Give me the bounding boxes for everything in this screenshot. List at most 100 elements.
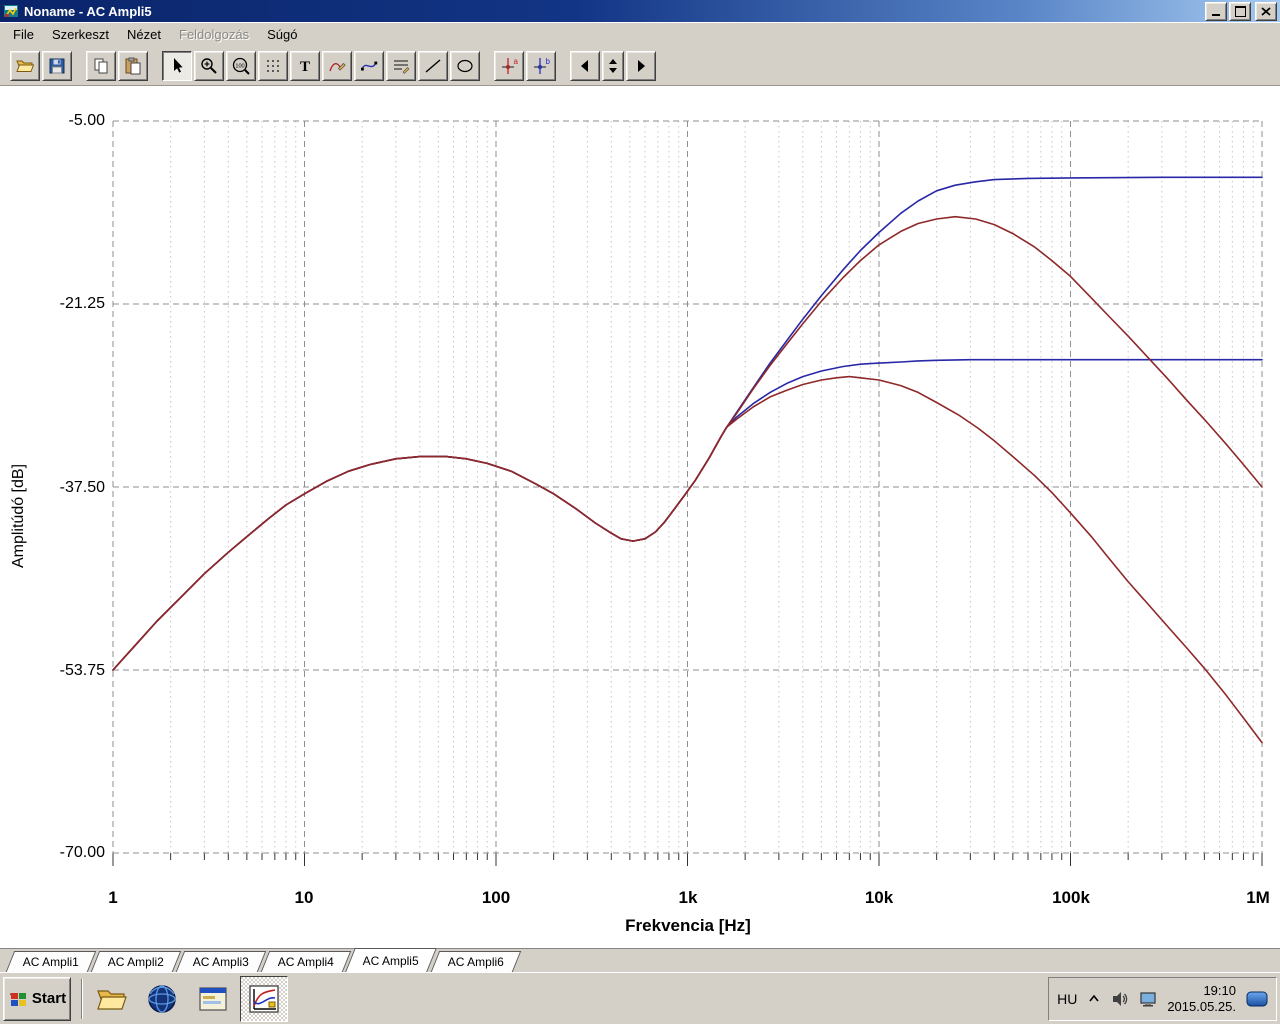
display-icon[interactable]	[1139, 990, 1157, 1008]
svg-text:a: a	[514, 57, 519, 66]
maximize-icon	[1234, 5, 1246, 17]
x-axis-title: Frekvencia [Hz]	[625, 916, 751, 935]
page-spinner[interactable]	[602, 50, 624, 81]
folder-icon	[97, 989, 127, 1010]
edit-curve-button[interactable]	[354, 50, 384, 81]
grid-toggle-button[interactable]	[258, 50, 288, 81]
windows-flag-icon	[9, 992, 26, 1006]
quicklaunch-browser-button[interactable]	[138, 976, 186, 1022]
svg-text:T: T	[300, 59, 310, 75]
open-button[interactable]	[10, 50, 40, 81]
bode-plot	[112, 120, 1263, 866]
annotation-lines-icon	[394, 59, 410, 74]
hidden-icons-chevron[interactable]	[1087, 992, 1101, 1006]
tab-ac-ampli4[interactable]: AC Ampli4	[260, 951, 352, 972]
svg-text:b: b	[546, 57, 551, 66]
tab-ac-ampli5[interactable]: AC Ampli5	[345, 948, 438, 972]
taskbar: Start HU 19:10 2015.05.25.	[0, 972, 1280, 1024]
text-tool-button[interactable]: T	[290, 50, 320, 81]
speaker-icon[interactable]	[1111, 990, 1129, 1008]
draw-curve-icon	[329, 62, 346, 71]
menu-nezet[interactable]: Nézet	[118, 24, 170, 45]
system-tray: HU 19:10 2015.05.25.	[1048, 976, 1277, 1021]
clock[interactable]: 19:10 2015.05.25.	[1167, 983, 1236, 1015]
y-tick-label: -53.75	[59, 662, 105, 679]
x-tick-label: 1k	[678, 888, 698, 907]
clock-time: 19:10	[1203, 982, 1236, 998]
cursor-a-icon: a	[502, 57, 519, 74]
clock-date: 2015.05.25.	[1167, 998, 1236, 1014]
taskbar-divider	[81, 978, 83, 1019]
copy-button[interactable]	[86, 50, 116, 81]
quicklaunch-window-button[interactable]	[189, 976, 237, 1022]
x-tick-label: 10	[294, 888, 314, 907]
quicklaunch-folder-button[interactable]	[87, 976, 135, 1022]
pointer-tool-button[interactable]	[162, 50, 192, 81]
tab-ac-ampli1[interactable]: AC Ampli1	[5, 951, 97, 972]
x-tick-label: 1M	[1246, 888, 1270, 907]
tab-ac-ampli2[interactable]: AC Ampli2	[90, 951, 182, 972]
paste-button[interactable]	[118, 50, 148, 81]
text-tool-icon: T	[300, 59, 310, 75]
menu-file[interactable]: File	[4, 24, 43, 45]
page-next-button[interactable]	[626, 50, 656, 81]
menubar: File Szerkeszt Nézet Feldolgozás Súgó	[0, 22, 1280, 46]
chart-area: -5.00 -21.25 -37.50 -53.75 -70.00 1 10 1…	[0, 86, 1280, 948]
paste-icon	[125, 57, 141, 74]
window-icon	[199, 986, 227, 1011]
tab-ac-ampli6[interactable]: AC Ampli6	[430, 951, 522, 972]
line-tool-button[interactable]	[418, 50, 448, 81]
zoom-in-button[interactable]	[194, 50, 224, 81]
cursor-b-icon: b	[534, 57, 551, 74]
y-tick-label: -70.00	[59, 844, 105, 861]
zoom-100-icon: 100	[232, 57, 250, 75]
copy-icon	[94, 58, 108, 73]
save-button[interactable]	[42, 50, 72, 81]
spinner-arrows-icon	[609, 58, 617, 73]
ellipse-tool-icon	[457, 59, 473, 72]
save-floppy-icon	[49, 58, 65, 73]
minimize-button[interactable]	[1205, 1, 1227, 21]
zoom-in-icon	[201, 57, 217, 74]
line-tool-icon	[425, 58, 441, 73]
close-icon	[1261, 6, 1271, 16]
cursor-b-button[interactable]: b	[526, 50, 556, 81]
x-tick-label: 10k	[864, 888, 894, 907]
arrow-left-icon	[581, 59, 588, 72]
page-tabbar: AC Ampli1 AC Ampli2 AC Ampli3 AC Ampli4 …	[0, 948, 1280, 972]
close-button[interactable]	[1255, 1, 1277, 21]
y-tick-label: -5.00	[68, 112, 105, 129]
menu-sugo[interactable]: Súgó	[258, 24, 306, 45]
quicklaunch-tina-button[interactable]	[240, 975, 288, 1022]
maximize-button[interactable]	[1229, 1, 1251, 21]
language-indicator[interactable]: HU	[1057, 991, 1077, 1007]
x-tick-label: 100	[481, 888, 511, 907]
pointer-icon	[174, 57, 183, 73]
minimize-icon	[1212, 14, 1220, 16]
svg-text:100: 100	[235, 63, 244, 69]
start-label: Start	[31, 990, 67, 1007]
annotation-tool-button[interactable]	[386, 50, 416, 81]
menu-szerkeszt[interactable]: Szerkeszt	[43, 24, 118, 45]
cursor-a-button[interactable]: a	[494, 50, 524, 81]
draw-curve-button[interactable]	[322, 50, 352, 81]
globe-icon	[148, 984, 176, 1013]
grid-icon	[267, 59, 279, 72]
y-axis-title: Amplitúdó [dB]	[10, 463, 27, 569]
x-tick-label: 1	[108, 888, 118, 907]
page-prev-button[interactable]	[570, 50, 600, 81]
titlebar: Noname - AC Ampli5	[0, 0, 1280, 22]
y-tick-label: -21.25	[59, 295, 105, 312]
ellipse-tool-button[interactable]	[450, 50, 480, 81]
arrow-right-icon	[638, 59, 645, 72]
open-folder-icon	[16, 60, 35, 72]
tray-blue-icon[interactable]	[1246, 991, 1268, 1007]
tab-ac-ampli3[interactable]: AC Ampli3	[175, 951, 267, 972]
toolbar: 100 T a b	[0, 46, 1280, 86]
window-title: Noname - AC Ampli5	[24, 3, 152, 19]
menu-feldolgozas: Feldolgozás	[179, 27, 250, 42]
edit-curve-icon	[361, 61, 378, 70]
app-icon[interactable]	[3, 3, 19, 19]
start-button[interactable]: Start	[3, 976, 71, 1021]
zoom-100-button[interactable]: 100	[226, 50, 256, 81]
